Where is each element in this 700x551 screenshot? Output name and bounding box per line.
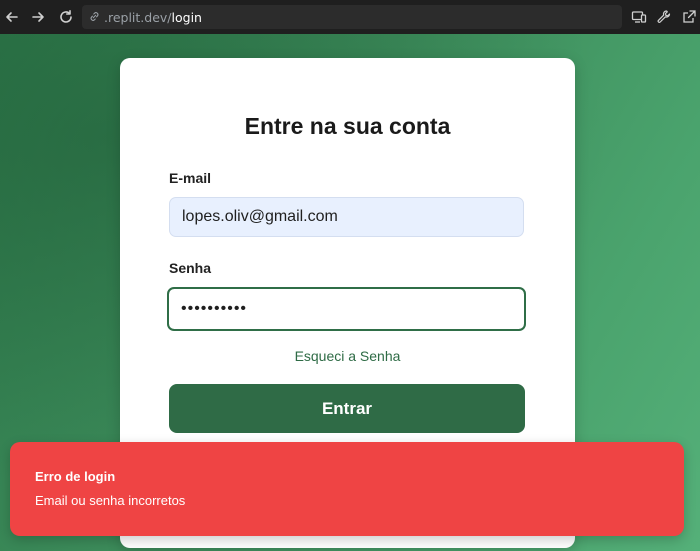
forward-arrow-icon[interactable] [28, 7, 48, 27]
email-label: E-mail [169, 170, 212, 186]
password-label: Senha [169, 260, 212, 276]
toast-title: Erro de login [35, 469, 116, 484]
page-title: Entre na sua conta [244, 113, 451, 139]
devices-icon[interactable] [630, 8, 648, 26]
wrench-icon[interactable] [655, 8, 673, 26]
open-external-icon[interactable] [680, 8, 698, 26]
password-field[interactable]: •••••••••• [167, 287, 526, 331]
email-field[interactable]: lopes.oliv@gmail.com [169, 197, 524, 237]
toast-message: Email ou senha incorretos [35, 493, 186, 508]
login-button[interactable]: Entrar [169, 384, 525, 433]
error-toast[interactable]: Erro de login Email ou senha incorretos [10, 442, 684, 536]
back-arrow-icon[interactable] [2, 7, 22, 27]
browser-toolbar: .replit.dev/login [0, 0, 700, 34]
link-icon [88, 10, 102, 24]
reload-icon[interactable] [56, 7, 76, 27]
forgot-password-link[interactable]: Esqueci a Senha [120, 348, 575, 364]
url-path: login [171, 9, 202, 25]
url-host: .replit.dev/ [104, 9, 172, 25]
address-bar[interactable]: .replit.dev/login [82, 5, 622, 29]
